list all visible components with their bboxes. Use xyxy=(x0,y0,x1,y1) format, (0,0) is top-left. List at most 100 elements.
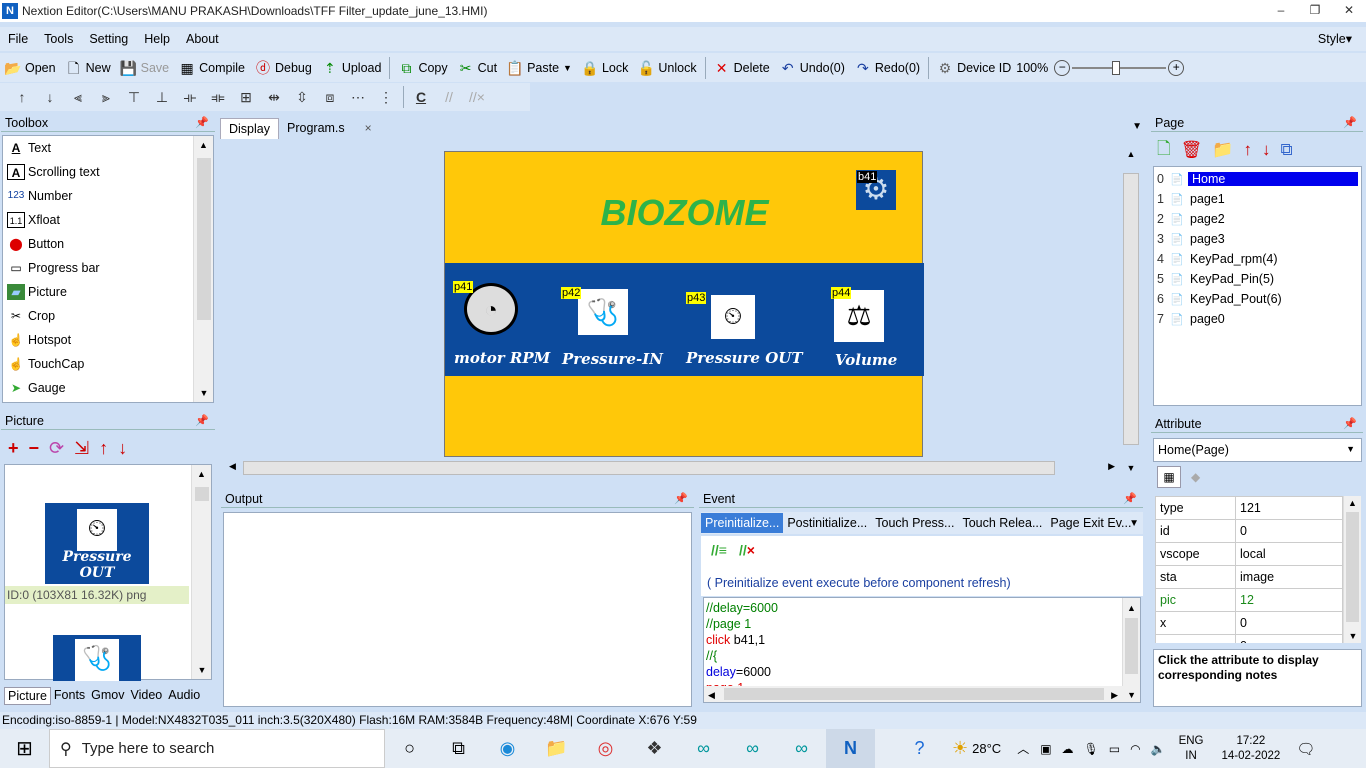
remove-picture-icon[interactable]: − xyxy=(29,438,40,459)
windows-start-icon[interactable]: ⊞ xyxy=(0,729,49,768)
scroll-up-icon[interactable]: ▲ xyxy=(192,469,211,479)
wifi-icon[interactable]: ◠ xyxy=(1130,742,1140,756)
attr-row[interactable]: pic 12 xyxy=(1155,588,1343,612)
add-page-icon[interactable]: 🗋 xyxy=(1157,136,1171,165)
page-item-page2[interactable]: 2 📄 page2 xyxy=(1154,209,1361,229)
space-vertical-icon[interactable]: ⋮ xyxy=(372,86,400,108)
help-icon[interactable]: ? xyxy=(895,729,944,768)
debug-button[interactable]: ⓓ Debug xyxy=(250,55,317,81)
scroll-thumb[interactable] xyxy=(724,688,1104,700)
upload-button[interactable]: ⇡ Upload xyxy=(317,55,387,81)
menu-help[interactable]: Help xyxy=(136,32,178,46)
weather-icon[interactable]: ☀ xyxy=(944,729,972,768)
same-height-icon[interactable]: ⇳ xyxy=(288,86,316,108)
insert-picture-icon[interactable]: ⇲ xyxy=(74,438,89,459)
nextion-editor-icon[interactable]: N xyxy=(826,729,875,768)
scroll-left-icon[interactable]: ◀ xyxy=(708,687,715,702)
attr-row[interactable]: id 0 xyxy=(1155,519,1343,543)
task-view-icon[interactable]: ⧉ xyxy=(434,729,483,768)
move-page-up-icon[interactable]: ↑ xyxy=(1243,140,1252,160)
zoom-in-icon[interactable]: + xyxy=(1168,59,1185,76)
volume-icon[interactable]: 🔈 xyxy=(1151,742,1166,756)
move-down-icon[interactable]: ↓ xyxy=(118,438,127,459)
align-left-icon[interactable]: ⫷ xyxy=(64,86,92,108)
canvas-hscrollbar[interactable]: ◀ ▶ xyxy=(227,459,1117,477)
bring-down-icon[interactable]: ↓ xyxy=(36,86,64,108)
pressure-in-picture[interactable]: 🩺 xyxy=(578,289,628,335)
redo-button[interactable]: ↷ Redo(0) xyxy=(850,55,925,81)
pin-icon[interactable]: 📌 xyxy=(1123,490,1137,508)
menu-tools[interactable]: Tools xyxy=(36,32,81,46)
scroll-up-icon[interactable]: ▲ xyxy=(1344,498,1361,508)
menu-file[interactable]: File xyxy=(0,32,36,46)
attr-row[interactable]: 0 xyxy=(1155,634,1343,643)
scroll-up-icon[interactable]: ▲ xyxy=(1121,149,1141,159)
code-hscrollbar[interactable]: ◀ ▶ ▼ xyxy=(704,686,1140,702)
tray-app-icon[interactable]: ▣ xyxy=(1040,742,1051,756)
tray-chevron-icon[interactable]: ︿ xyxy=(1017,740,1029,757)
clock[interactable]: 17:22 14-02-2022 xyxy=(1221,734,1280,764)
zoom-slider-thumb[interactable] xyxy=(1112,60,1121,75)
same-width-icon[interactable]: ⇹ xyxy=(260,86,288,108)
tab-preinitialize[interactable]: Preinitialize... xyxy=(701,513,784,533)
hmi-page-canvas[interactable]: BIOZOME ⚙ b41 ◔ p41 motor RPM 🩺 p42 Pres… xyxy=(444,151,924,457)
scroll-thumb[interactable] xyxy=(1346,512,1359,622)
center-both-icon[interactable]: ⊞ xyxy=(232,86,260,108)
center-vertical-icon[interactable]: ⟚ xyxy=(204,86,232,108)
page-item-page1[interactable]: 1 📄 page1 xyxy=(1154,189,1361,209)
device-id-button[interactable]: ⚙ Device ID xyxy=(932,55,1016,81)
move-up-icon[interactable]: ↑ xyxy=(99,438,108,459)
toolbox-item-touchcap[interactable]: ☝ TouchCap xyxy=(3,352,213,376)
menu-about[interactable]: About xyxy=(178,32,227,46)
sort-category-icon[interactable]: ▦ xyxy=(1157,466,1181,488)
zoom-out-icon[interactable]: − xyxy=(1054,59,1071,76)
tab-audio[interactable]: Audio xyxy=(165,687,203,705)
arduino-icon-2[interactable]: ∞ xyxy=(728,729,777,768)
page-item-page0[interactable]: 7 📄 page0 xyxy=(1154,309,1361,329)
chrome-icon[interactable]: ◎ xyxy=(581,729,630,768)
tabs-dropdown-icon[interactable]: ▼ xyxy=(1132,121,1142,132)
align-top-icon[interactable]: ⊤ xyxy=(120,86,148,108)
attribute-selector[interactable]: Home(Page) ▼ xyxy=(1153,438,1362,462)
space-horizontal-icon[interactable]: ⋯ xyxy=(344,86,372,108)
open-button[interactable]: 📂 Open xyxy=(0,55,61,81)
attr-row[interactable]: vscope local xyxy=(1155,542,1343,566)
attr-row[interactable]: type 121 xyxy=(1155,496,1343,520)
picture-thumbnail[interactable]: ⏲ Pressure OUT xyxy=(45,503,149,584)
attribute-scrollbar[interactable]: ▲ ▼ xyxy=(1343,496,1361,643)
canvas-vscrollbar[interactable]: ▲ ▼ xyxy=(1121,143,1141,477)
taskbar-search[interactable]: ⚲ Type here to search xyxy=(49,729,385,768)
comment-lines-icon[interactable]: //≡ xyxy=(711,542,727,558)
onedrive-icon[interactable]: ☁ xyxy=(1062,742,1074,756)
tab-gmov[interactable]: Gmov xyxy=(88,687,127,705)
scroll-thumb[interactable] xyxy=(243,461,1055,475)
close-button[interactable]: ✕ xyxy=(1332,0,1366,20)
align-right-icon[interactable]: ⫸ xyxy=(92,86,120,108)
scroll-up-icon[interactable]: ▲ xyxy=(194,140,213,150)
scroll-down-icon[interactable]: ▼ xyxy=(1344,631,1361,641)
tab-touch-press[interactable]: Touch Press... xyxy=(871,513,958,533)
file-explorer-icon[interactable]: 📁 xyxy=(532,729,581,768)
toolbox-item-picture[interactable]: ▰ Picture xyxy=(3,280,213,304)
center-horizontal-icon[interactable]: ⟛ xyxy=(176,86,204,108)
comment-icon[interactable]: C xyxy=(407,86,435,108)
microphone-icon[interactable]: 🎙 xyxy=(1084,742,1099,756)
paste-button[interactable]: 📋 Paste ▼ xyxy=(502,55,577,81)
edge-icon[interactable]: ◉ xyxy=(483,729,532,768)
uncomment-icon[interactable]: // xyxy=(435,86,463,108)
toolbox-item-scrolling-text[interactable]: A Scrolling text xyxy=(3,160,213,184)
clear-comment-icon[interactable]: //× xyxy=(463,86,491,108)
tab-video[interactable]: Video xyxy=(128,687,166,705)
sort-alpha-icon[interactable]: ◆ xyxy=(1191,470,1200,484)
page-item-home[interactable]: 0 📄 Home xyxy=(1154,169,1361,189)
scroll-thumb[interactable] xyxy=(195,487,209,501)
tab-fonts[interactable]: Fonts xyxy=(51,687,88,705)
scroll-right-icon[interactable]: ▶ xyxy=(1108,461,1115,472)
style-menu[interactable]: Style▾ xyxy=(1310,31,1360,46)
battery-icon[interactable]: ▭ xyxy=(1109,742,1120,756)
scroll-thumb[interactable] xyxy=(197,158,211,320)
scroll-down-icon[interactable]: ▼ xyxy=(1121,463,1141,473)
code-vscrollbar[interactable]: ▲ xyxy=(1122,598,1140,688)
tabs-dropdown-icon[interactable]: ▼ xyxy=(1129,518,1139,529)
language-indicator[interactable]: ENG IN xyxy=(1179,734,1204,764)
